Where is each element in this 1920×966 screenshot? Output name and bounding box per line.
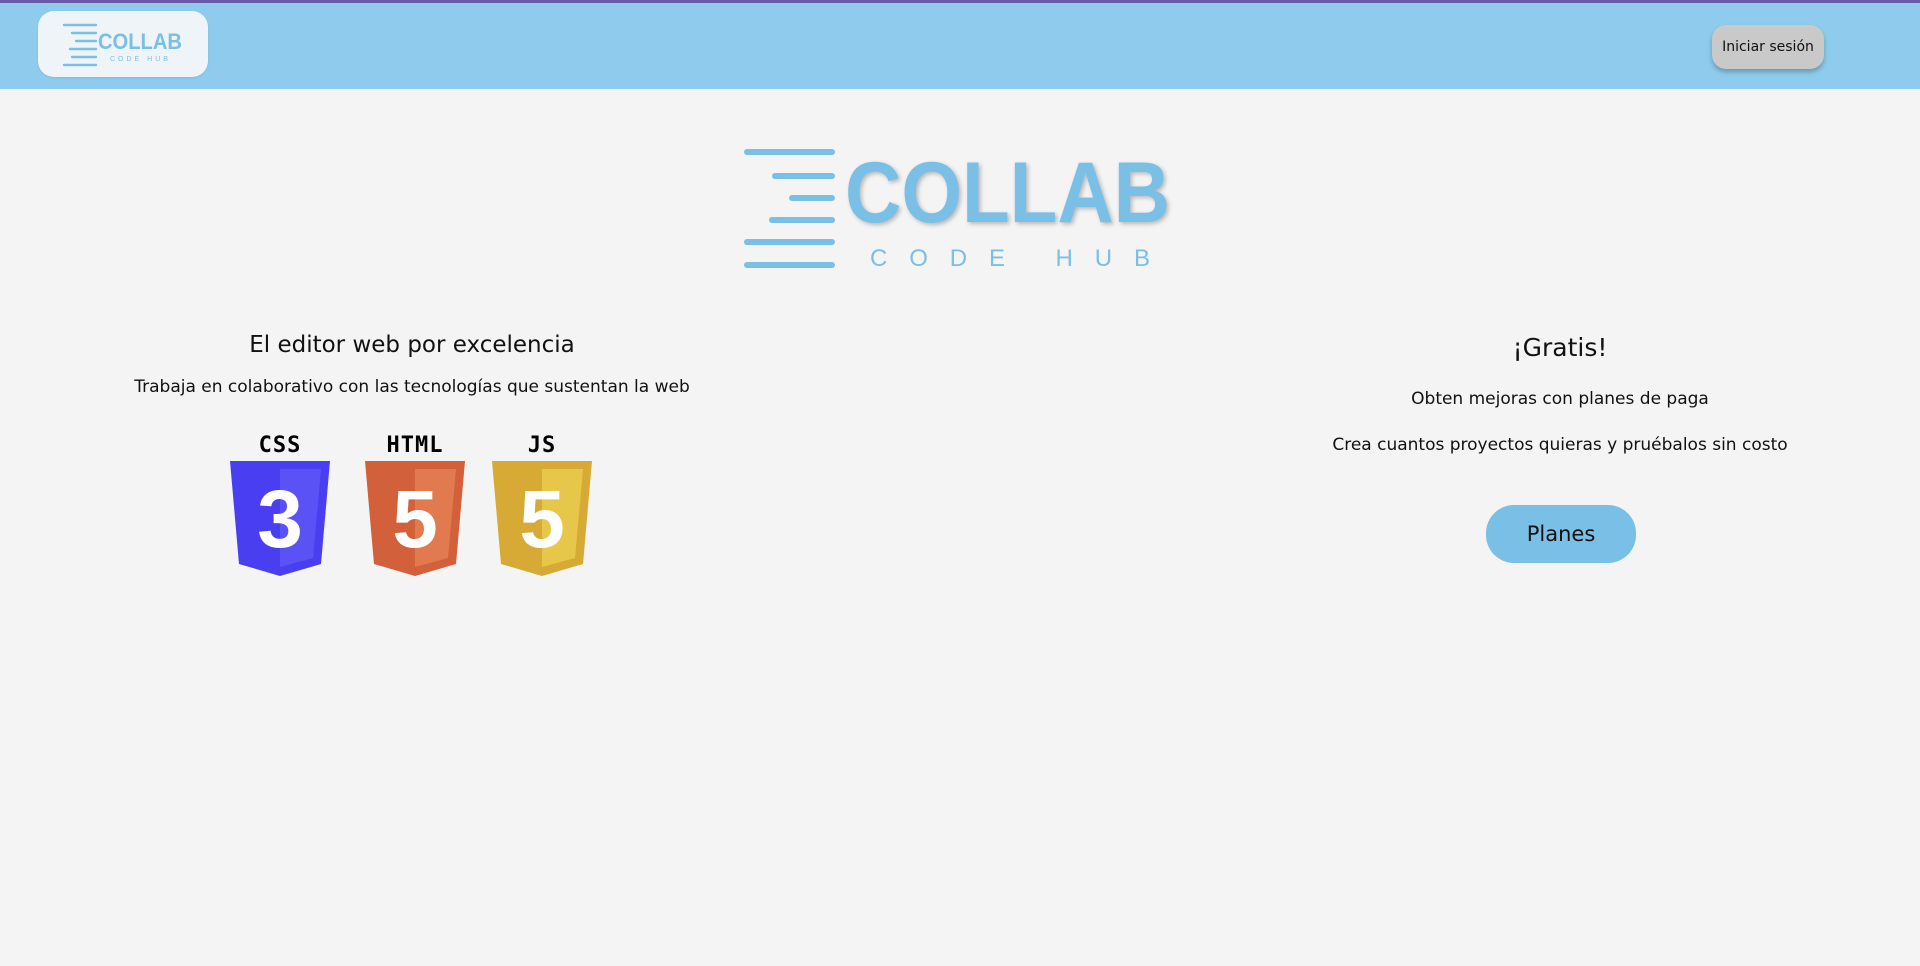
- header-bar: COLLAB CODE HUB Iniciar sesión: [0, 3, 1920, 89]
- editor-subtitle: Trabaja en colaborativo con las tecnolog…: [134, 377, 690, 397]
- hero-logo-subtext: CODE HUB: [870, 245, 1150, 272]
- tech-logos: CSS 3 HTML 5 JS 5: [230, 433, 600, 578]
- svg-text:5: 5: [519, 474, 565, 565]
- js-label: JS: [527, 433, 557, 458]
- editor-title: El editor web por excelencia: [249, 332, 575, 358]
- svg-text:3: 3: [257, 474, 303, 565]
- css-label: CSS: [258, 433, 302, 458]
- free-line-2: Crea cuantos proyectos quieras y pruébal…: [1332, 435, 1788, 455]
- css-logo: CSS 3: [230, 433, 330, 578]
- svg-text:5: 5: [392, 474, 438, 565]
- html-logo: HTML 5: [365, 433, 465, 578]
- header-logo[interactable]: COLLAB CODE HUB: [38, 11, 208, 77]
- hero-logo-lines-icon: [744, 149, 835, 268]
- plans-button[interactable]: Planes: [1486, 505, 1636, 563]
- html-label: HTML: [386, 433, 444, 458]
- free-line-1: Obten mejoras con planes de paga: [1411, 389, 1709, 409]
- html5-shield-icon: 5: [365, 461, 465, 576]
- free-title: ¡Gratis!: [1512, 333, 1608, 362]
- collab-logo-icon: COLLAB CODE HUB: [62, 23, 182, 67]
- editor-intro: El editor web por excelencia Trabaja en …: [112, 318, 712, 408]
- free-section: ¡Gratis! Obten mejoras con planes de pag…: [1310, 320, 1810, 468]
- header-logo-text: COLLAB: [98, 29, 182, 54]
- hero-logo: COLLAB CODE HUB: [744, 145, 1170, 272]
- css3-shield-icon: 3: [230, 461, 330, 576]
- login-button[interactable]: Iniciar sesión: [1712, 25, 1824, 69]
- js-logo: JS 5: [492, 433, 592, 578]
- header-logo-subtext: CODE HUB: [110, 56, 171, 63]
- hero-logo-text: COLLAB: [845, 145, 1170, 241]
- js-shield-icon: 5: [492, 461, 592, 576]
